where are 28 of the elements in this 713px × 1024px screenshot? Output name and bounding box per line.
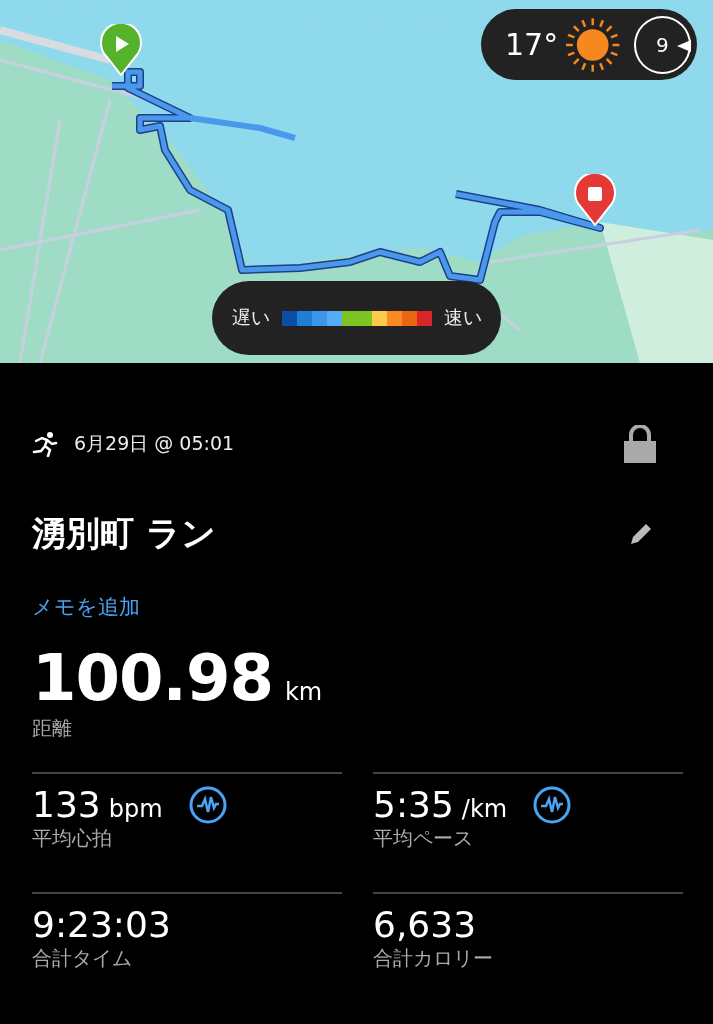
- distance-label: 距離: [32, 715, 72, 742]
- runner-icon: [32, 431, 58, 457]
- slow-label: 遅い: [231, 305, 270, 330]
- stat-value: 9:23:03: [32, 904, 171, 945]
- distance-value: 100.98: [32, 641, 273, 715]
- stat-unit: bpm: [108, 795, 163, 823]
- stat-label: 合計カロリー: [373, 945, 493, 972]
- finish-pin-icon: [574, 174, 616, 226]
- fast-label: 速い: [443, 305, 482, 330]
- start-pin-icon: [100, 24, 142, 76]
- stat-value: 133: [32, 784, 101, 825]
- stat-label: 平均ペース: [373, 825, 473, 852]
- distance-unit: km: [284, 678, 323, 706]
- stat-value: 5:35: [373, 784, 454, 825]
- activity-title: 湧別町 ラン: [32, 512, 216, 555]
- lock-icon[interactable]: [624, 425, 656, 463]
- stat-unit: /km: [461, 795, 508, 823]
- edit-icon[interactable]: [628, 521, 654, 547]
- activity-date: 6月29日 @ 05:01: [74, 431, 235, 456]
- chart-icon[interactable]: [533, 785, 572, 824]
- stat-value: 6,633: [373, 904, 477, 945]
- add-note-link[interactable]: メモを追加: [32, 593, 140, 621]
- chart-icon[interactable]: [188, 785, 227, 824]
- stat-label: 平均心拍: [32, 825, 112, 852]
- wind-speed: 9: [655, 32, 669, 57]
- sun-icon: [564, 15, 622, 74]
- stat-label: 合計タイム: [32, 945, 132, 972]
- temperature: 17°: [505, 27, 559, 62]
